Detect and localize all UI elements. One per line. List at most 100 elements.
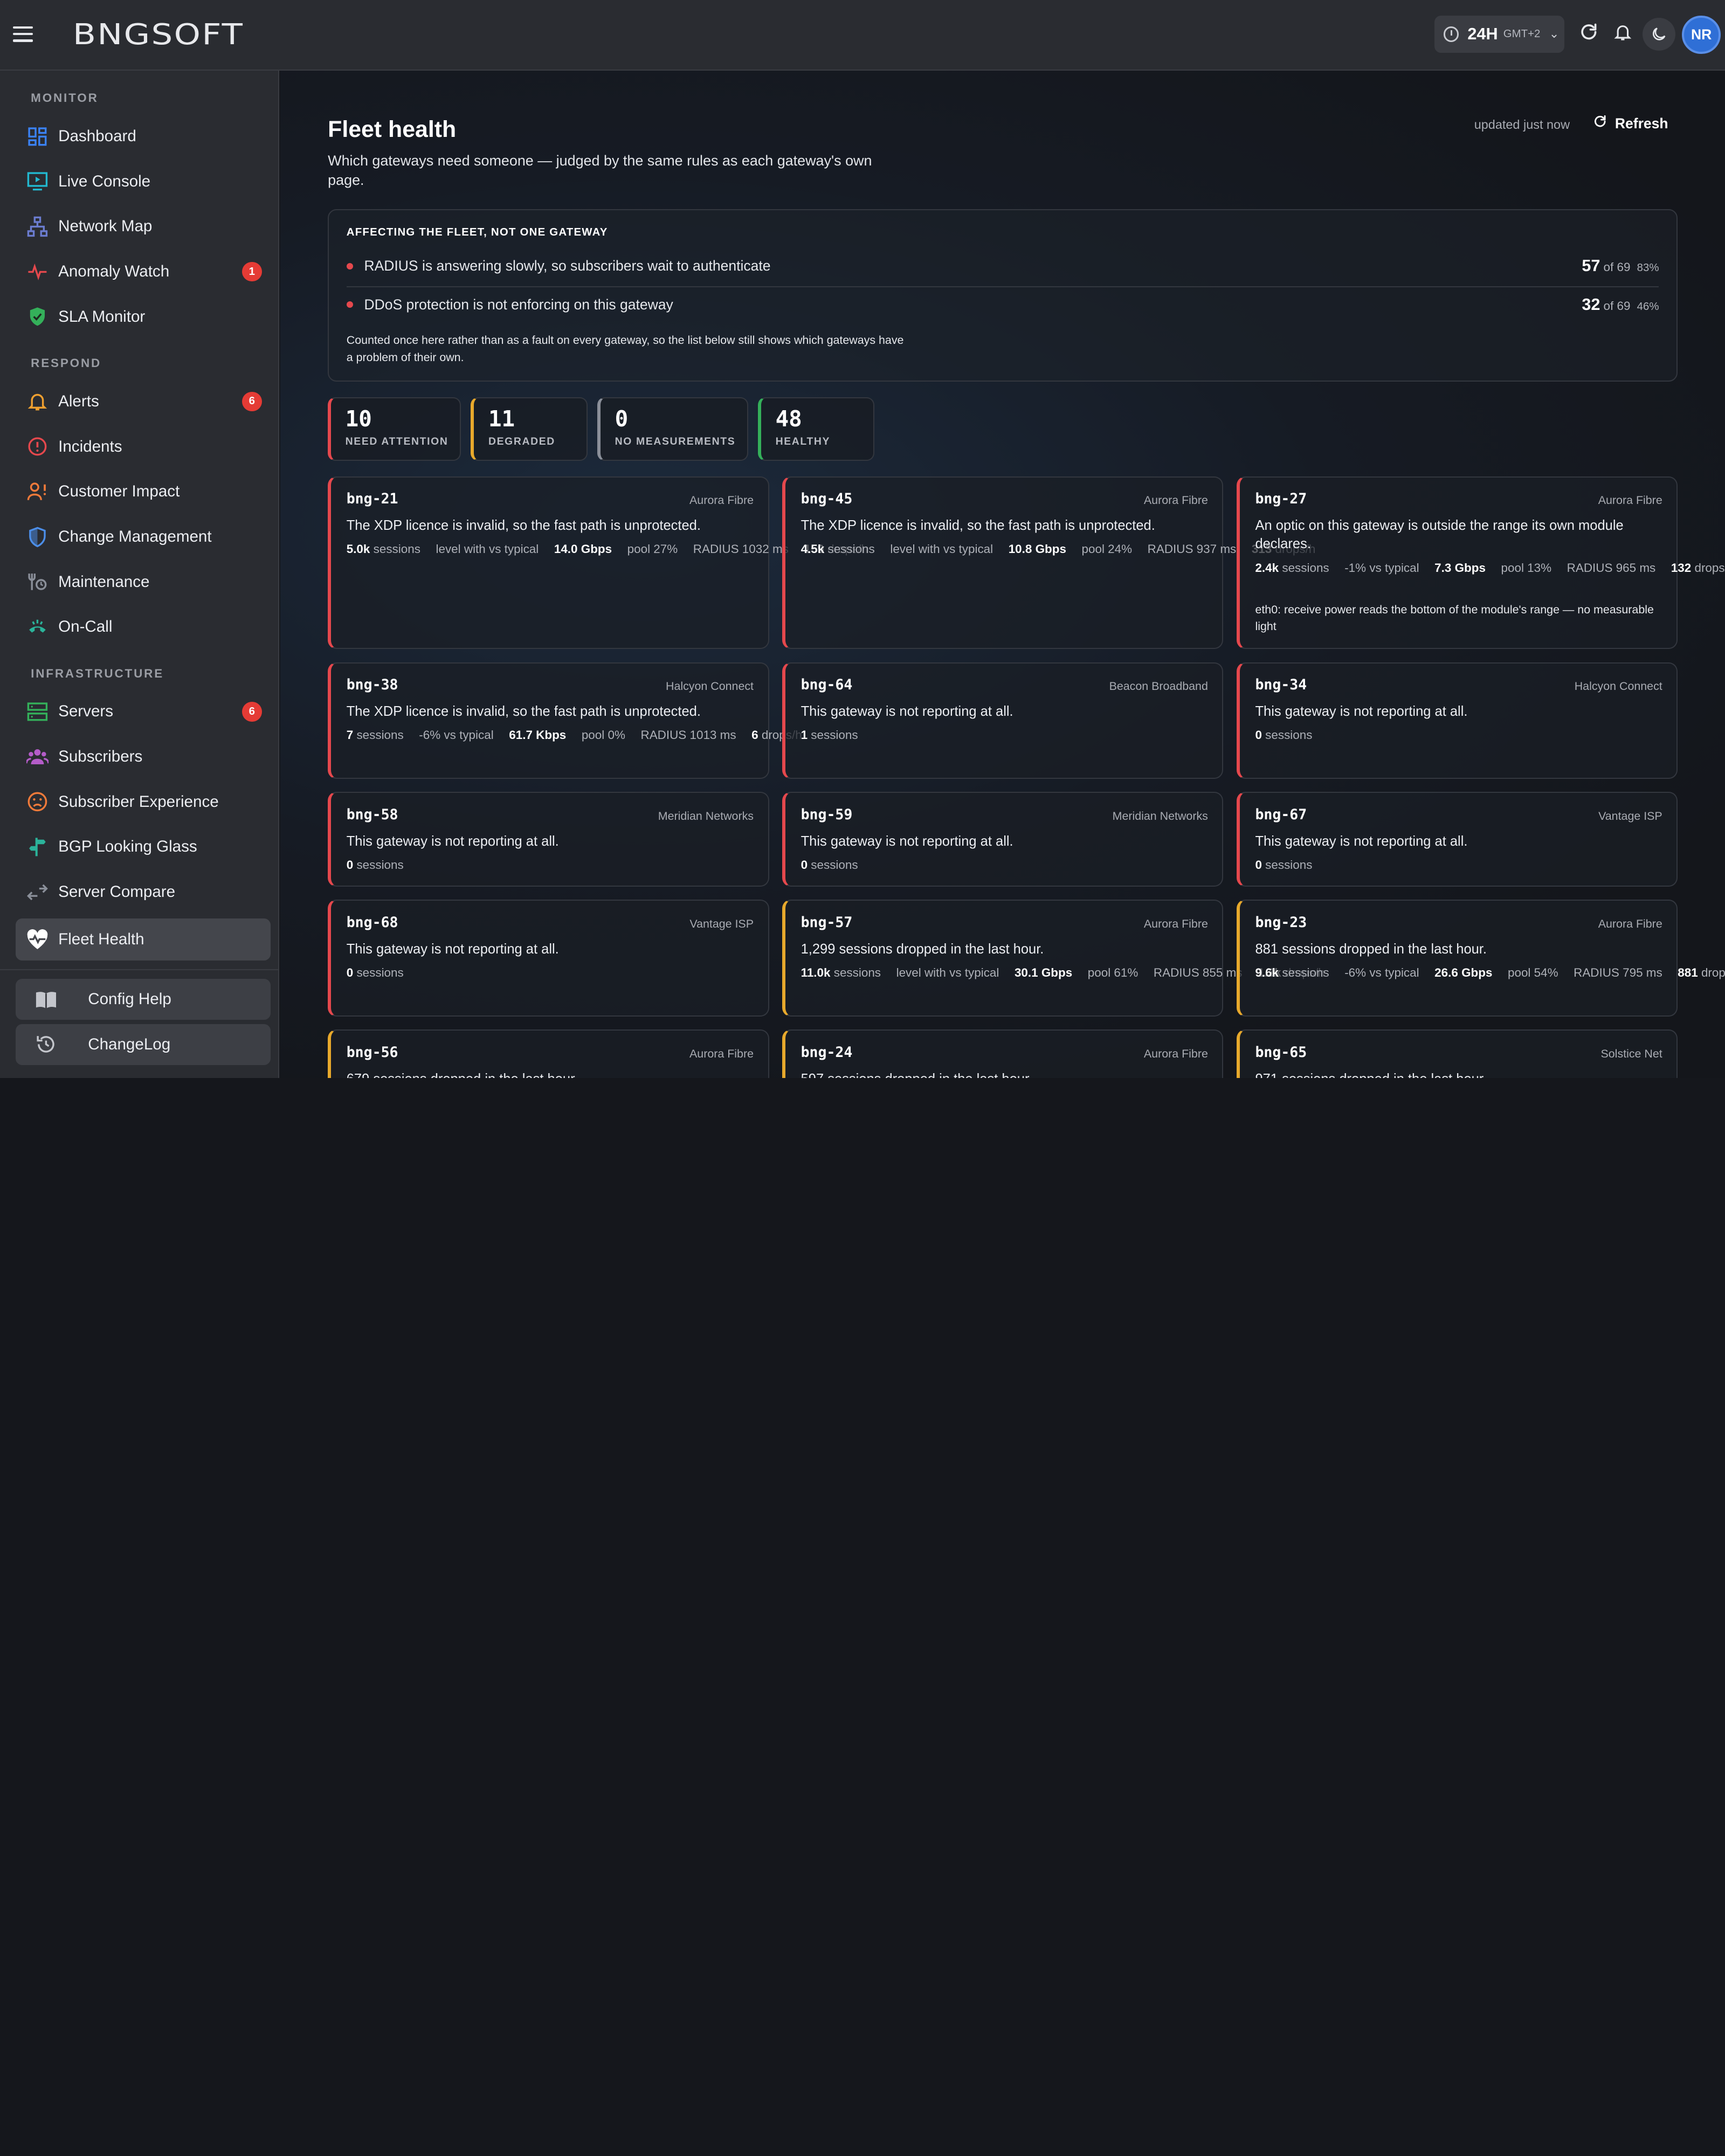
gateway-name: bng-59 [801, 806, 853, 823]
isp-name: Meridian Networks [658, 809, 754, 823]
notification-badge: 6 [242, 391, 262, 412]
sidebar-item-label: Incidents [58, 437, 122, 455]
dark-mode-toggle[interactable] [1642, 17, 1676, 51]
sidebar-item-dashboard[interactable]: Dashboard [16, 115, 271, 157]
isp-name: Meridian Networks [1112, 809, 1208, 823]
isp-name: Aurora Fibre [689, 494, 754, 507]
status-dot [346, 262, 354, 270]
gateway-status-message: The XDP licence is invalid, so the fast … [801, 518, 1155, 534]
gateway-status-message: This gateway is not reporting at all. [801, 704, 1013, 720]
compare-icon [25, 880, 50, 904]
history-icon [33, 1033, 59, 1055]
gateway-card[interactable]: bng-23 Aurora Fibre 881 sessions dropped i… [1236, 900, 1725, 1017]
gateway-metrics: 1 sessions [801, 728, 858, 742]
sidebar-item-live-console[interactable]: Live Console [16, 161, 271, 203]
sidebar-item-incidents[interactable]: Incidents [16, 426, 271, 468]
sidebar-item-customer-impact[interactable]: Customer Impact [16, 471, 271, 513]
network-icon [25, 215, 50, 239]
gateway-note: eth0: receive power reads the bottom of … [1255, 603, 1654, 633]
sidebar-item-server-compare[interactable]: Server Compare [16, 871, 271, 913]
gateway-card[interactable]: bng-68 Vantage ISP This gateway is not rep… [328, 900, 769, 1017]
menu-icon[interactable] [13, 22, 35, 46]
notification-badge: 6 [242, 702, 262, 722]
changelog-label: ChangeLog [88, 1035, 171, 1053]
sidebar-item-change-management[interactable]: Change Management [16, 516, 271, 558]
sidebar-item-maintenance[interactable]: Maintenance [16, 561, 271, 603]
gateway-card[interactable]: bng-67 Vantage ISP This gateway is not rep… [1236, 792, 1678, 887]
isp-name: Solstice Net [1600, 1047, 1662, 1060]
isp-name: Halcyon Connect [665, 680, 754, 693]
sidebar-item-label: Change Management [58, 527, 212, 545]
fleet-issue-row[interactable]: RADIUS is answering slowly, so subscribe… [346, 247, 1659, 285]
gateway-metrics: 0 sessions [1255, 728, 1313, 742]
sidebar-item-label: On-Call [58, 618, 113, 636]
gateway-name: bng-27 [1255, 490, 1307, 508]
gateway-card[interactable]: bng-45 Aurora Fibre The XDP licence is inv… [782, 476, 1315, 649]
refresh-icon[interactable] [1576, 22, 1600, 46]
gateway-status-message: 597 sessions dropped in the last hour. [801, 1070, 1219, 1078]
sidebar-item-fleet-health[interactable]: Fleet Health [15, 918, 271, 960]
sidebar-item-bgp-looking-glass[interactable]: BGP Looking Glass [16, 826, 271, 868]
fleet-issues-note: Counted once here rather than as a fault… [346, 334, 904, 364]
stat-degraded[interactable]: 11 DEGRADED [471, 397, 588, 461]
fleet-issue-text: RADIUS is answering slowly, so subscribe… [364, 258, 771, 274]
gateway-metrics: 7 sessions -6% vs typical 61.7 Kbps pool 0%… [346, 728, 802, 742]
gateway-card[interactable]: bng-38 Halcyon Connect The XDP licence is … [328, 662, 802, 779]
isp-name: Vantage ISP [1598, 809, 1662, 823]
time-range-selector[interactable]: 24H GMT+2 ⌄ [1434, 15, 1565, 53]
timezone-label: GMT+2 [1503, 27, 1541, 40]
stat-label: NO MEASUREMENTS [615, 436, 736, 448]
gateway-card[interactable]: bng-24 Aurora Fibre 597 sessions dropped i… [782, 1029, 1224, 1078]
stat-value: 11 [488, 406, 515, 432]
sidebar-item-network-map[interactable]: Network Map [16, 206, 271, 248]
stat-label: HEALTHY [775, 436, 831, 448]
gateway-card[interactable]: bng-64 Beacon Broadband This gateway is no… [782, 662, 1224, 779]
isp-name: Aurora Fibre [689, 1047, 754, 1060]
sidebar-item-label: BGP Looking Glass [58, 838, 197, 856]
chevron-down-icon: ⌄ [1549, 27, 1560, 41]
gateway-status-message: This gateway is not reporting at all. [1255, 833, 1468, 849]
config-help-button[interactable]: Config Help [15, 979, 271, 1020]
sidebar-item-label: Live Console [58, 172, 151, 190]
user-avatar[interactable]: NR [1682, 15, 1721, 54]
sidebar-item-label: Subscribers [58, 748, 143, 766]
sidebar-item-label: Dashboard [58, 127, 136, 146]
sidebar-item-subscribers[interactable]: Subscribers [16, 736, 271, 778]
stat-need-attention[interactable]: 10 NEED ATTENTION [328, 397, 461, 461]
sidebar-item-sla-monitor[interactable]: SLA Monitor [16, 296, 271, 338]
refresh-label: Refresh [1614, 115, 1668, 132]
refresh-button[interactable]: Refresh [1593, 114, 1668, 133]
gateway-card[interactable]: bng-21 Aurora Fibre The XDP licence is inv… [328, 476, 868, 649]
fleet-issue-row[interactable]: DDoS protection is not enforcing on this… [346, 286, 1659, 323]
gateway-status-message: The XDP licence is invalid, so the fast … [346, 704, 701, 720]
sidebar-item-servers[interactable]: Servers 6 [16, 691, 271, 733]
bell-icon[interactable] [1611, 22, 1635, 46]
sidebar-item-anomaly-watch[interactable]: Anomaly Watch 1 [16, 251, 271, 293]
gateway-status-message: 881 sessions dropped in the last hour. [1255, 941, 1487, 957]
gateway-card[interactable]: bng-58 Meridian Networks This gateway is n… [328, 792, 769, 887]
section-label-monitor: MONITOR [31, 91, 99, 105]
gateway-name: bng-34 [1255, 676, 1307, 694]
sidebar-item-on-call[interactable]: On-Call [16, 606, 271, 648]
stat-no-measurements[interactable]: 0 NO MEASUREMENTS [597, 397, 748, 461]
bell-icon [25, 389, 50, 413]
gateway-card[interactable]: bng-27 Aurora Fibre An optic on this gatew… [1236, 476, 1725, 649]
gateway-name: bng-21 [346, 490, 398, 508]
gateway-name: bng-65 [1255, 1044, 1307, 1061]
gateway-card[interactable]: bng-57 Aurora Fibre 1,299 sessions dropped… [782, 900, 1325, 1017]
sidebar-item-subscriber-experience[interactable]: Subscriber Experience [16, 781, 271, 823]
changelog-button[interactable]: ChangeLog [15, 1024, 271, 1065]
stat-value: 0 [615, 406, 629, 432]
gateway-card[interactable]: bng-34 Halcyon Connect This gateway is not… [1236, 662, 1678, 779]
gateway-status-message: An optic on this gateway is outside the … [1255, 518, 1624, 551]
group-icon [25, 745, 50, 769]
sidebar-item-alerts[interactable]: Alerts 6 [16, 381, 271, 423]
gateway-card[interactable]: bng-56 Aurora Fibre 679 sessions dropped i… [328, 1029, 769, 1078]
fleet-issues-panel: AFFECTING THE FLEET, NOT ONE GATEWAY RAD… [328, 209, 1678, 382]
gateway-status-message: 679 sessions dropped in the last hour. [347, 1070, 765, 1078]
stat-value: 48 [775, 406, 802, 432]
gateway-card[interactable]: bng-65 Solstice Net 971 sessions dropped i… [1236, 1029, 1678, 1078]
sidebar-item-label: Fleet Health [58, 930, 144, 948]
stat-healthy[interactable]: 48 HEALTHY [758, 397, 875, 461]
gateway-card[interactable]: bng-59 Meridian Networks This gateway is n… [782, 792, 1224, 887]
